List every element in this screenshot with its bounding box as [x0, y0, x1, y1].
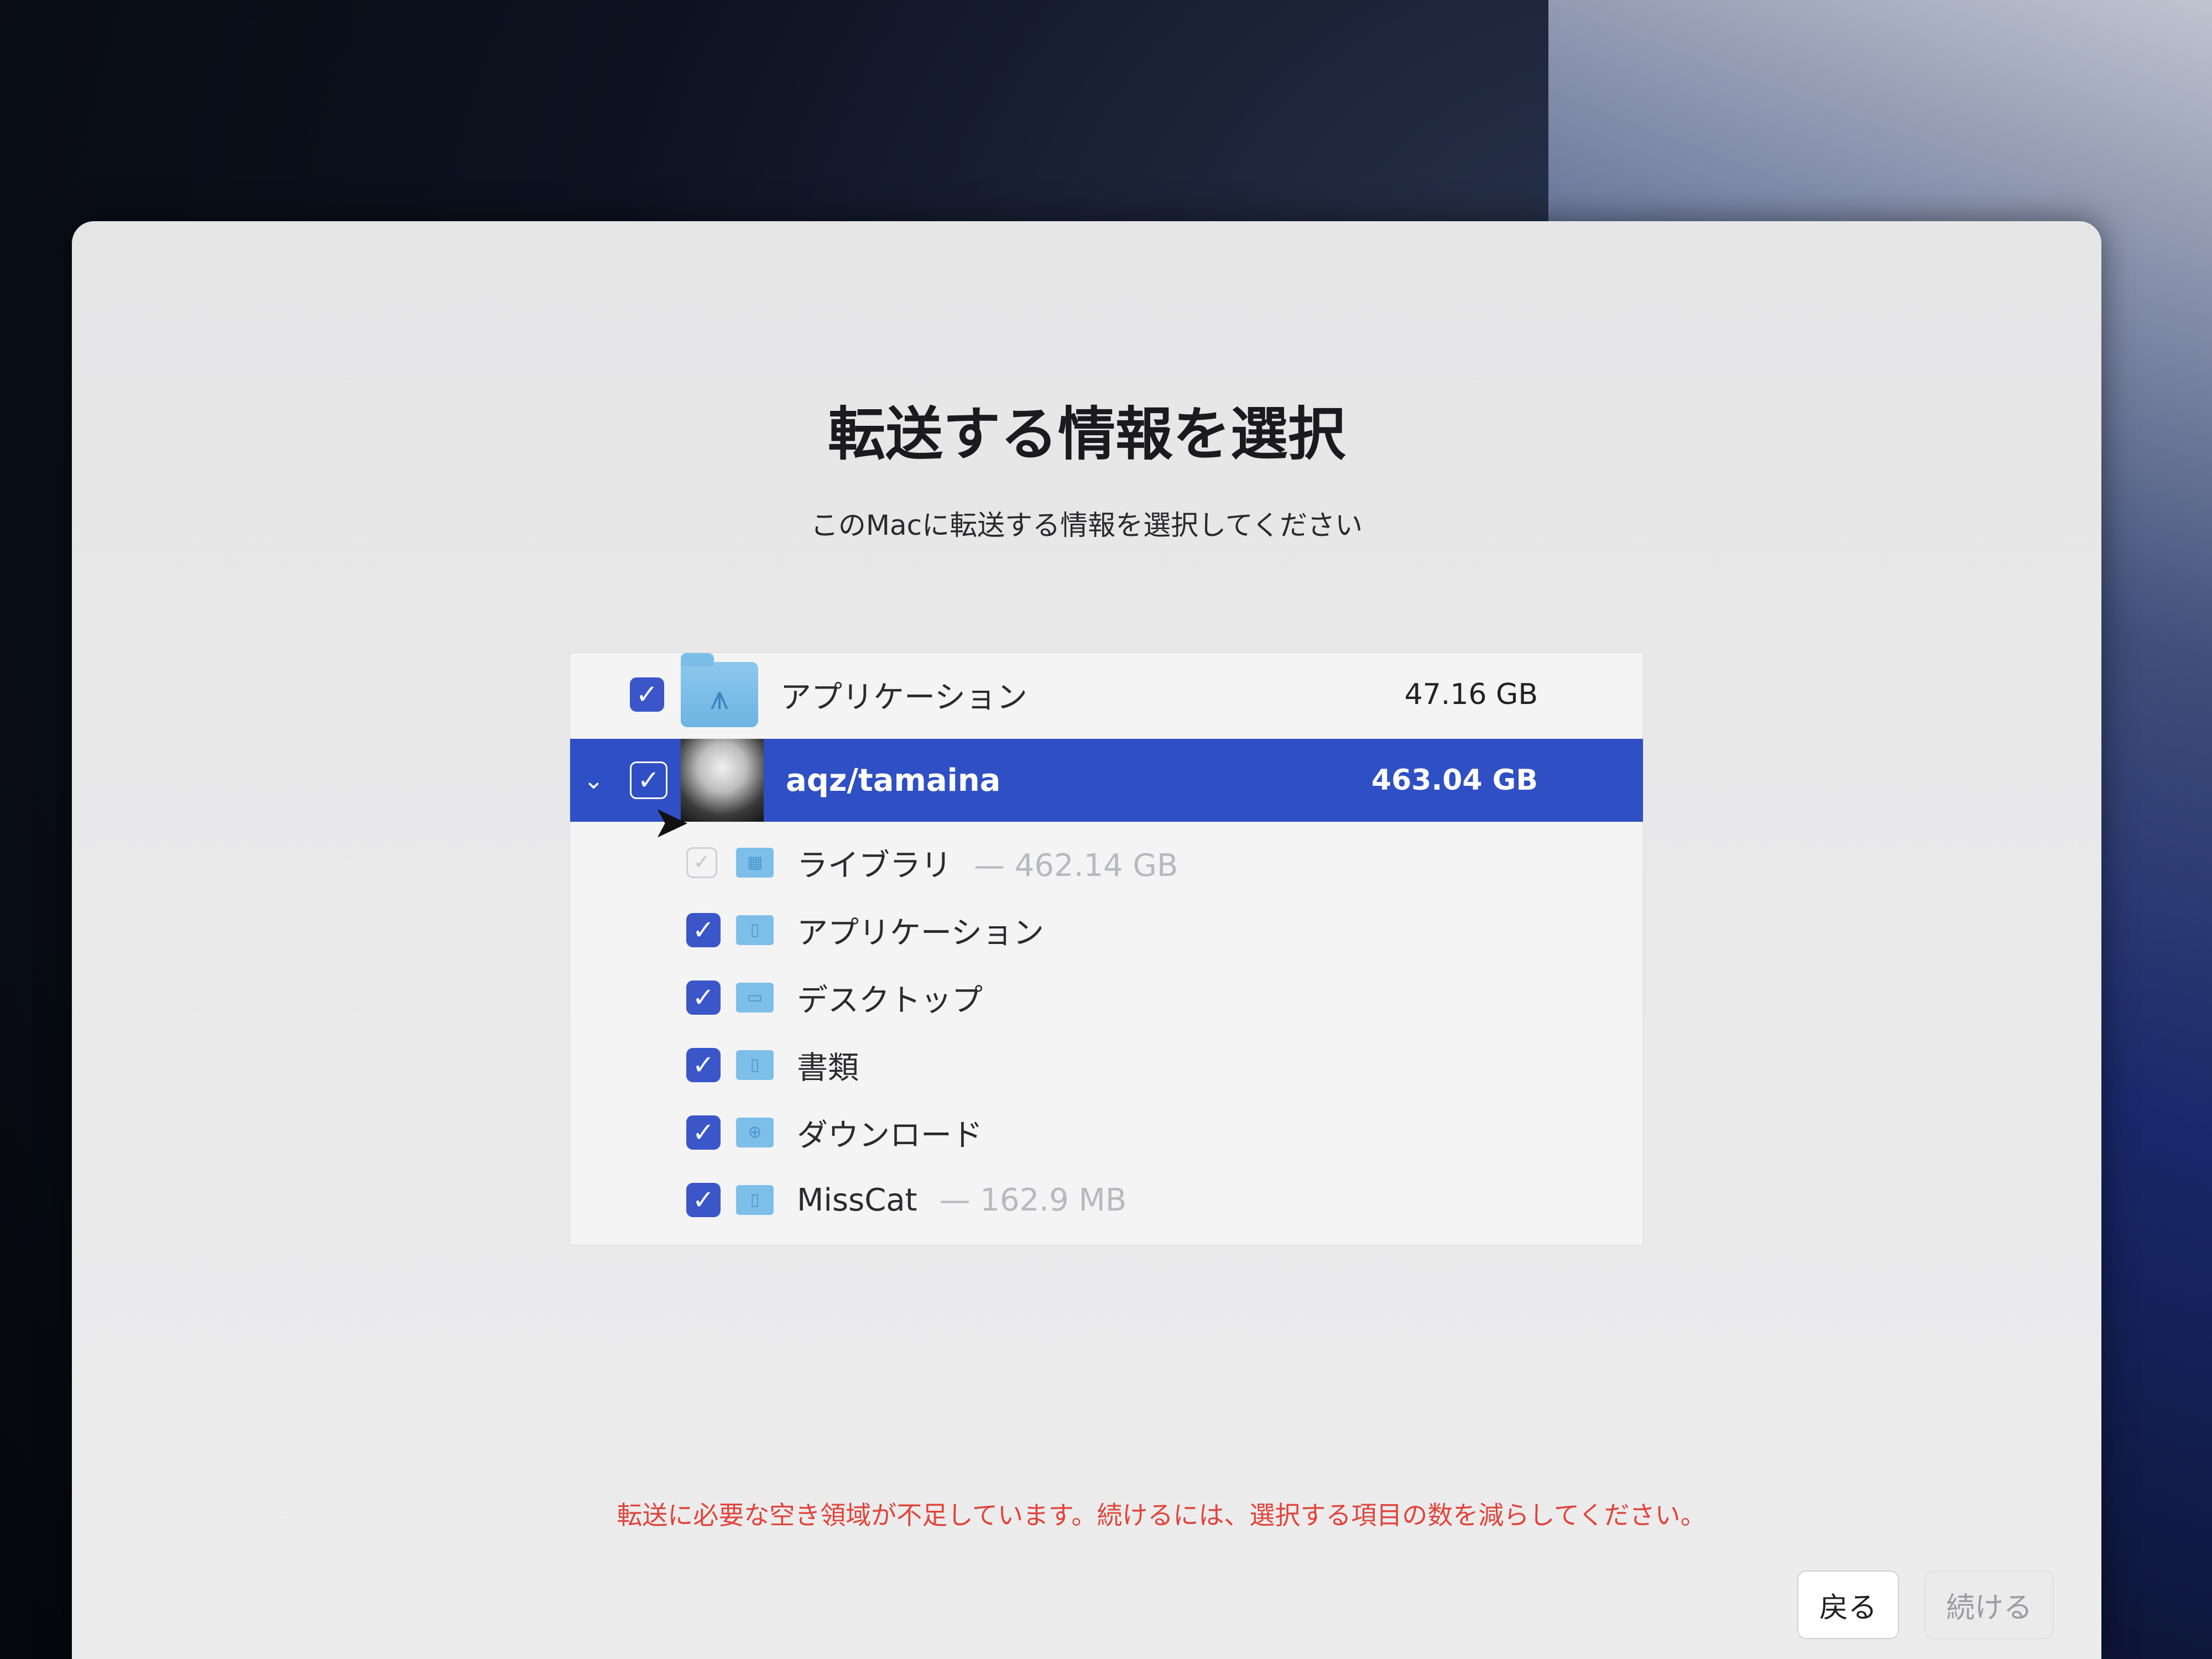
library-folder-icon: ▦	[736, 848, 774, 878]
chevron-down-icon[interactable]: ⌄	[583, 766, 604, 795]
sub-applications-checkbox[interactable]: ✓	[686, 913, 721, 947]
documents-folder-icon: ▯	[736, 1050, 774, 1080]
user-avatar	[681, 739, 764, 822]
downloads-label: ダウンロード	[797, 1117, 983, 1154]
user-account-checkbox[interactable]: ✓	[630, 761, 667, 799]
library-checkbox: ✓	[686, 847, 717, 878]
back-button[interactable]: 戻る	[1797, 1571, 1899, 1639]
misscat-label: MissCat — 162.9 MB	[797, 1182, 1127, 1218]
list-item-misscat[interactable]: ✓ ▯ MissCat — 162.9 MB	[570, 1166, 1643, 1234]
applications-folder-icon: ▯	[736, 915, 774, 945]
desktop-checkbox[interactable]: ✓	[686, 980, 721, 1015]
migration-window: 転送する情報を選択 このMacに転送する情報を選択してください ✓ ⩚ アプリケ…	[72, 221, 2101, 1659]
continue-button[interactable]: 続ける	[1924, 1571, 2054, 1639]
list-item-library: ✓ ▦ ライブラリ — 462.14 GB	[570, 829, 1643, 896]
library-label: ライブラリ — 462.14 GB	[797, 847, 1178, 884]
documents-checkbox[interactable]: ✓	[686, 1048, 721, 1082]
sub-applications-label: アプリケーション	[797, 915, 1044, 951]
desktop-folder-icon: ▭	[736, 983, 774, 1013]
page-title: 転送する情報を選択	[827, 400, 1345, 468]
list-item-applications[interactable]: ✓ ⩚ アプリケーション 47.16 GB	[570, 653, 1643, 736]
mouse-cursor-icon: ➤	[653, 796, 690, 848]
desktop-label: デスクトップ	[797, 982, 983, 1019]
list-item-downloads[interactable]: ✓ ⊕ ダウンロード	[570, 1099, 1643, 1166]
page-subtitle: このMacに転送する情報を選択してください	[810, 509, 1363, 541]
transfer-item-list: ✓ ⩚ アプリケーション 47.16 GB ⌄ ✓ aqz/tamaina 46…	[570, 653, 1644, 1245]
misscat-folder-icon: ▯	[736, 1185, 774, 1215]
user-account-label: aqz/tamaina	[786, 762, 1001, 799]
downloads-folder-icon: ⊕	[736, 1118, 774, 1147]
user-account-size: 463.04 GB	[1371, 764, 1538, 797]
list-item-user-account[interactable]: ⌄ ✓ aqz/tamaina 463.04 GB	[570, 739, 1643, 822]
list-item-documents[interactable]: ✓ ▯ 書類	[570, 1031, 1643, 1099]
misscat-checkbox[interactable]: ✓	[686, 1183, 721, 1217]
list-item-sub-applications[interactable]: ✓ ▯ アプリケーション	[570, 896, 1643, 964]
app-folder-icon: ⩚	[681, 653, 758, 727]
applications-label: アプリケーション	[780, 679, 1027, 716]
documents-label: 書類	[797, 1050, 859, 1086]
insufficient-space-warning: 転送に必要な空き領域が不足しています。続けるには、選択する項目の数を減らしてくだ…	[617, 1500, 1706, 1530]
applications-size: 47.16 GB	[1404, 678, 1538, 711]
list-item-desktop[interactable]: ✓ ▭ デスクトップ	[570, 964, 1643, 1031]
downloads-checkbox[interactable]: ✓	[686, 1115, 721, 1150]
misscat-size: — 162.9 MB	[939, 1182, 1127, 1218]
library-size: — 462.14 GB	[974, 847, 1178, 884]
applications-checkbox[interactable]: ✓	[630, 677, 664, 712]
